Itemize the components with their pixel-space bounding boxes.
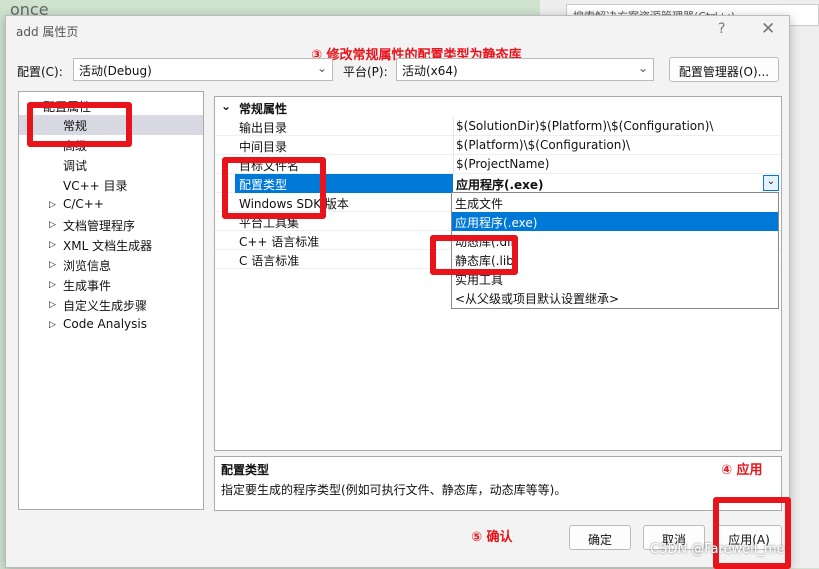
collapse-icon[interactable]: ⌄ bbox=[221, 99, 231, 113]
watermark: CSDN @Farewell_me bbox=[650, 542, 785, 557]
config-value: 活动(Debug) bbox=[79, 64, 152, 78]
tree-item-debug[interactable]: 调试 bbox=[19, 155, 203, 175]
platform-value: 活动(x64) bbox=[402, 64, 458, 78]
tree-item-xml-doc[interactable]: ▷ XML 文档生成器 bbox=[19, 235, 203, 255]
config-manager-button[interactable]: 配置管理器(O)... bbox=[669, 57, 779, 82]
property-pages-dialog: add 属性页 ? ✕ ③ 修改常规属性的配置类型为静态库 配置(C): 活动(… bbox=[5, 15, 791, 569]
annotation-step4: ④ 应用 bbox=[721, 463, 763, 478]
dropdown-arrow-icon[interactable]: ⌄ bbox=[763, 175, 779, 191]
expand-icon[interactable]: ▷ bbox=[49, 260, 56, 270]
config-label: 配置(C): bbox=[17, 65, 63, 79]
expand-icon[interactable]: ▷ bbox=[49, 320, 56, 330]
platform-label: 平台(P): bbox=[343, 65, 388, 79]
option-makefile[interactable]: 生成文件 bbox=[452, 193, 778, 212]
tree-item-build-events[interactable]: ▷ 生成事件 bbox=[19, 275, 203, 295]
highlight-box bbox=[713, 497, 791, 569]
grid-row[interactable]: 输出目录 $(SolutionDir)$(Platform)\$(Configur… bbox=[215, 117, 781, 136]
annotation-step5: ⑤ 确认 bbox=[471, 530, 513, 545]
highlight-box bbox=[222, 157, 326, 219]
description-panel: 配置类型 指定要生成的程序类型(例如可执行文件、静态库，动态库等等)。 bbox=[214, 456, 782, 511]
expand-icon[interactable]: ▷ bbox=[49, 240, 56, 250]
chevron-down-icon: ⌄ bbox=[637, 61, 648, 75]
property-tree: ⌄ 配置属性 常规 高级 调试 VC++ 目录 ▷ C/C++ ▷ 文档管理程序 ▷ X… bbox=[18, 91, 204, 510]
highlight-box bbox=[27, 102, 132, 147]
platform-select[interactable]: 活动(x64) ⌄ bbox=[396, 58, 654, 81]
option-exe[interactable]: 应用程序(.exe) bbox=[452, 212, 778, 231]
highlight-box bbox=[430, 235, 518, 275]
expand-icon[interactable]: ▷ bbox=[49, 220, 56, 230]
description-title: 配置类型 bbox=[221, 463, 270, 477]
tree-item-cpp[interactable]: ▷ C/C++ bbox=[19, 195, 203, 215]
description-text: 指定要生成的程序类型(例如可执行文件、静态库，动态库等等)。 bbox=[221, 483, 567, 497]
ok-button[interactable]: 确定 bbox=[569, 525, 631, 550]
section-header[interactable]: ⌄ 常规属性 bbox=[215, 98, 781, 117]
tree-item-doc-manager[interactable]: ▷ 文档管理程序 bbox=[19, 215, 203, 235]
close-button[interactable]: ✕ bbox=[761, 19, 775, 39]
expand-icon[interactable]: ▷ bbox=[49, 280, 56, 290]
grid-row[interactable]: 中间目录 $(Platform)\$(Configuration)\ bbox=[215, 136, 781, 155]
help-button[interactable]: ? bbox=[718, 21, 725, 37]
tree-item-browse-info[interactable]: ▷ 浏览信息 bbox=[19, 255, 203, 275]
expand-icon[interactable]: ▷ bbox=[49, 200, 56, 210]
tree-item-custom-build[interactable]: ▷ 自定义生成步骤 bbox=[19, 295, 203, 315]
chevron-down-icon: ⌄ bbox=[316, 61, 327, 75]
expand-icon[interactable]: ▷ bbox=[49, 300, 56, 310]
config-select[interactable]: 活动(Debug) ⌄ bbox=[73, 58, 333, 81]
dialog-title: add 属性页 bbox=[16, 25, 79, 39]
tree-item-code-analysis[interactable]: ▷ Code Analysis bbox=[19, 315, 203, 335]
option-inherit[interactable]: <从父级或项目默认设置继承> bbox=[452, 288, 778, 307]
tree-item-vc-dirs[interactable]: VC++ 目录 bbox=[19, 175, 203, 195]
